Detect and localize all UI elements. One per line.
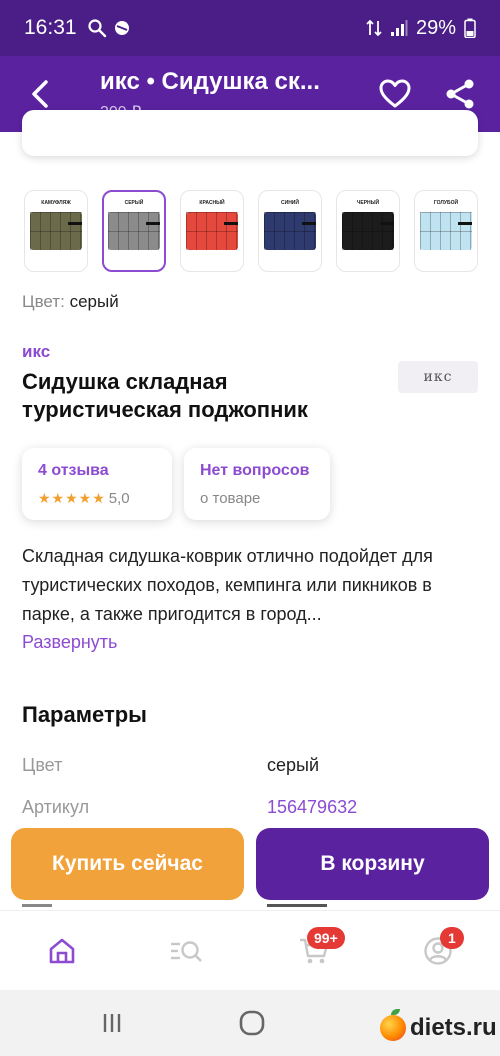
reviews-card[interactable]: 4 отзыва ★★★★★ 5,0: [22, 448, 172, 520]
color-swatch: СИНИЙ: [264, 200, 316, 250]
color-thumbnail-label: СЕРЫЙ: [124, 200, 144, 206]
status-bar: 16:31 29%: [0, 0, 500, 56]
product-title: Сидушка складная туристическая поджопник: [22, 369, 308, 422]
params-title: Параметры: [22, 702, 147, 727]
color-thumbnail-label: ЧЕРНЫЙ: [356, 200, 380, 206]
rating-value: 5,0: [108, 490, 130, 507]
questions-card[interactable]: Нет вопросов о товаре: [184, 448, 330, 520]
cart-badge: 99+: [307, 927, 345, 949]
battery-percent: 29%: [415, 16, 456, 39]
color-selection-value: серый: [69, 292, 119, 311]
color-swatch: СЕРЫЙ: [108, 200, 160, 250]
add-to-cart-button[interactable]: В корзину: [256, 828, 489, 900]
data-transfer-icon: [366, 19, 382, 37]
share-button[interactable]: [440, 74, 480, 114]
battery-icon: [464, 18, 476, 38]
favorite-button[interactable]: [375, 74, 415, 114]
recent-apps-button[interactable]: [97, 1008, 127, 1038]
recent-apps-icon: [103, 1014, 121, 1032]
home-circle-icon: [239, 1010, 265, 1036]
color-thumbnail-label: СИНИЙ: [280, 200, 299, 206]
catalog-search-icon: [171, 941, 202, 962]
color-swatch: ЧЕРНЫЙ: [342, 200, 394, 250]
article-number[interactable]: 156479632: [267, 797, 357, 818]
product-description: Складная сидушка-коврик отлично подойдет…: [22, 546, 433, 624]
color-thumbnail-label: КРАСНЫЙ: [199, 200, 225, 206]
param-value: серый: [267, 755, 320, 775]
color-swatch: КРАСНЫЙ: [186, 200, 238, 250]
status-right: 29%: [366, 17, 476, 40]
color-thumbnail-label: КАМУФЛЯЖ: [41, 200, 71, 206]
home-icon: [49, 938, 75, 964]
status-left-icons: [87, 18, 131, 38]
param-key: Артикул: [22, 797, 90, 817]
previous-section-card: [22, 110, 478, 156]
buy-now-button[interactable]: Купить сейчас: [11, 828, 244, 900]
watermark: diets.ru: [380, 1009, 497, 1042]
brand-logo[interactable]: икс: [398, 361, 478, 393]
nav-home[interactable]: [40, 931, 84, 971]
color-selection-label: Цвет:: [22, 292, 65, 311]
questions-title: Нет вопросов: [200, 462, 310, 479]
color-thumbnail[interactable]: ГОЛУБОЙ: [414, 190, 478, 272]
bottom-nav: 99+ 1: [0, 910, 500, 990]
color-thumbnail[interactable]: КРАСНЫЙ: [180, 190, 244, 272]
questions-subtitle: о товаре: [200, 490, 261, 507]
rating-stars-icon: ★★★★★: [38, 490, 106, 506]
app-notification-icon: [114, 21, 129, 35]
nav-catalog[interactable]: [164, 931, 208, 971]
color-thumbnails: КАМУФЛЯЖ СЕРЫЙ КРАСНЫЙ СИНИЙ ЧЕРНЫЙ ГОЛУБОЙ: [24, 190, 478, 272]
profile-badge: 1: [440, 927, 464, 949]
color-thumbnail[interactable]: СИНИЙ: [258, 190, 322, 272]
heart-icon: [379, 79, 411, 108]
brand-link[interactable]: икс: [22, 342, 50, 362]
color-swatch: КАМУФЛЯЖ: [30, 200, 82, 250]
reviews-count: 4 отзыва: [38, 462, 109, 479]
color-thumbnail-label: ГОЛУБОЙ: [433, 200, 459, 206]
page-title: икс • Сидушка ск...: [100, 68, 320, 95]
color-swatch: ГОЛУБОЙ: [420, 200, 472, 250]
home-system-button[interactable]: [237, 1008, 267, 1038]
color-thumbnail[interactable]: СЕРЫЙ: [102, 190, 166, 272]
color-thumbnail[interactable]: ЧЕРНЫЙ: [336, 190, 400, 272]
signal-icon: [390, 20, 408, 36]
expand-description-link[interactable]: Развернуть: [22, 632, 117, 653]
back-button[interactable]: [20, 74, 60, 114]
rating-row: ★★★★★ 5,0: [38, 490, 156, 507]
param-key: Цвет: [22, 755, 63, 775]
watermark-text: diets.ru: [410, 1014, 497, 1041]
color-thumbnail[interactable]: КАМУФЛЯЖ: [24, 190, 88, 272]
apple-logo-icon: [380, 1009, 406, 1041]
color-selection: Цвет: серый: [22, 292, 119, 312]
share-icon: [446, 79, 474, 109]
status-time: 16:31: [24, 16, 77, 39]
back-arrow-icon: [32, 80, 48, 108]
search-icon: [87, 19, 106, 38]
